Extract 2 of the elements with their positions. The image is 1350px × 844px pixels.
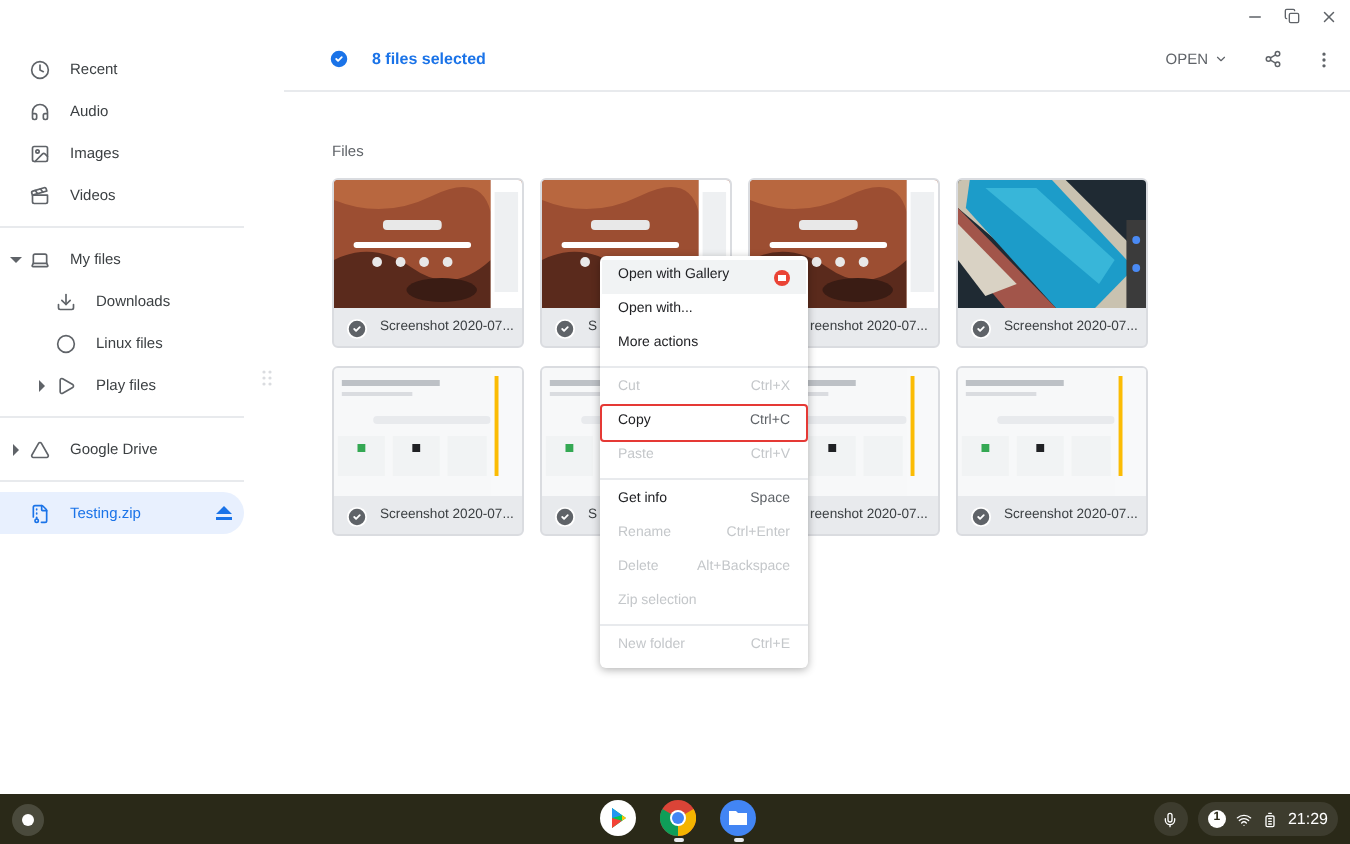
selection-count: 8 files selected [372,47,486,71]
clock-time: 21:29 [1287,807,1328,831]
